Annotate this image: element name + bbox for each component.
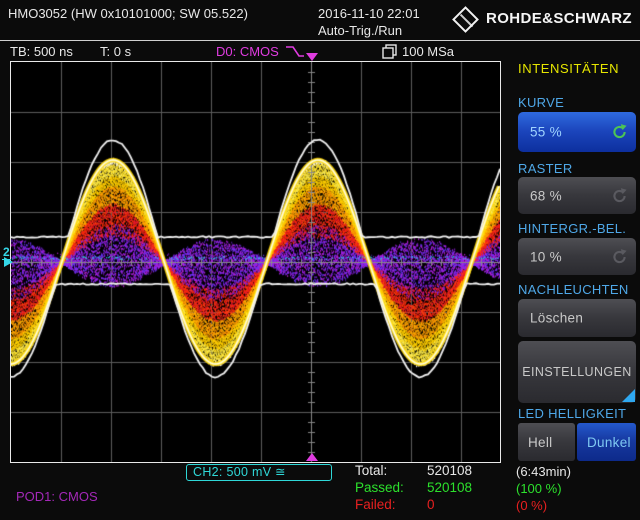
- rotary-knob-icon: [611, 124, 628, 141]
- led-brightness-label: LED HELLIGKEIT: [518, 406, 626, 421]
- total-label: Total:: [355, 463, 387, 478]
- led-hell-button[interactable]: Hell: [518, 423, 575, 461]
- acquisition-memory-icon: [382, 44, 397, 59]
- kurve-button[interactable]: 55 %: [518, 112, 636, 152]
- failed-percent: (0 %): [516, 498, 547, 513]
- settings-button-label: EINSTELLUNGEN: [522, 365, 631, 379]
- led-dunkel-label: Dunkel: [587, 435, 631, 450]
- failed-row: Failed: 0: [355, 497, 505, 512]
- trigger-time-readout: T: 0 s: [100, 44, 131, 59]
- total-row: Total: 520108: [355, 463, 505, 478]
- backlight-button[interactable]: 10 %: [518, 238, 636, 275]
- raster-button[interactable]: 68 %: [518, 177, 636, 214]
- oscilloscope-screen: HMO3052 (HW 0x10101000; SW 05.522) 2016-…: [0, 0, 640, 520]
- waveform-display: [10, 61, 501, 463]
- trigger-source-readout: D0: CMOS: [216, 44, 305, 59]
- backlight-label: HINTERGR.-BEL.: [518, 221, 626, 236]
- passed-label: Passed:: [355, 480, 404, 495]
- persistence-label: NACHLEUCHTEN: [518, 282, 629, 297]
- trigger-position-marker-top[interactable]: [306, 53, 318, 61]
- timebase-readout: TB: 500 ns: [10, 44, 73, 59]
- elapsed-time: (6:43min): [516, 464, 571, 479]
- passed-value: 520108: [427, 480, 472, 495]
- acquisition-status: Auto-Trig./Run: [318, 23, 402, 38]
- samplerate-readout: 100 MSa: [382, 44, 454, 59]
- brand-name: ROHDE&SCHWARZ: [486, 10, 632, 27]
- channel2-scale-readout: CH2: 500 mV ≅: [186, 464, 332, 481]
- menu-title: INTENSITÄTEN: [518, 61, 619, 76]
- failed-label: Failed:: [355, 497, 396, 512]
- passed-percent: (100 %): [516, 481, 562, 496]
- backlight-value: 10 %: [530, 249, 562, 264]
- pod1-readout: POD1: CMOS: [16, 489, 98, 504]
- submenu-corner-icon: [622, 389, 635, 402]
- passed-row: Passed: 520108: [355, 480, 505, 495]
- brand-logo: ROHDE&SCHWARZ: [456, 8, 632, 29]
- total-value: 520108: [427, 463, 472, 478]
- samplerate-value: 100 MSa: [402, 44, 454, 59]
- falling-edge-icon: [285, 45, 305, 58]
- led-hell-label: Hell: [528, 435, 552, 450]
- failed-value: 0: [427, 497, 435, 512]
- waveform-canvas: [11, 62, 500, 462]
- raster-label: RASTER: [518, 161, 573, 176]
- rotary-knob-icon: [611, 248, 628, 265]
- trigger-position-marker-bottom[interactable]: [306, 453, 318, 461]
- datetime: 2016-11-10 22:01: [318, 6, 420, 21]
- trigger-source-label: D0: CMOS: [216, 44, 279, 59]
- rohde-schwarz-diamond-icon: [452, 6, 479, 33]
- raster-value: 68 %: [530, 188, 562, 203]
- settings-button[interactable]: EINSTELLUNGEN: [518, 341, 636, 403]
- kurve-label: KURVE: [518, 95, 564, 110]
- device-title: HMO3052 (HW 0x10101000; SW 05.522): [8, 6, 248, 21]
- header-divider: [0, 40, 640, 41]
- rotary-knob-icon: [611, 187, 628, 204]
- persistence-clear-button[interactable]: Löschen: [518, 299, 636, 337]
- kurve-value: 55 %: [530, 125, 562, 140]
- led-dunkel-button[interactable]: Dunkel: [577, 423, 636, 461]
- persistence-clear-value: Löschen: [530, 311, 583, 326]
- channel2-arrow-icon: [4, 257, 13, 267]
